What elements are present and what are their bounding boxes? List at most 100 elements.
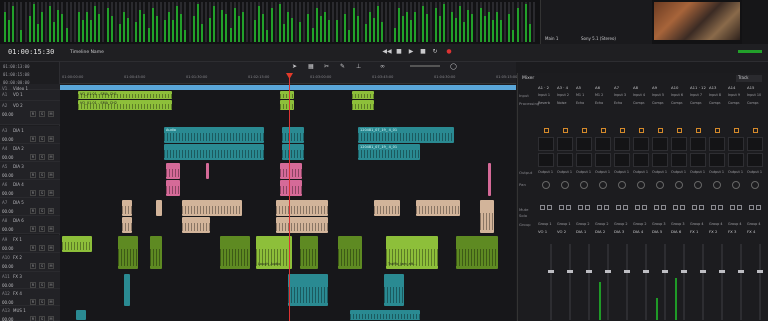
clip-fx1[interactable]: [220, 236, 250, 269]
track-r-button[interactable]: R: [30, 136, 36, 142]
mute-button[interactable]: [749, 205, 754, 210]
master-volume-slider[interactable]: [738, 50, 762, 53]
eq-curve[interactable]: [747, 137, 763, 151]
clip-dia6[interactable]: [276, 217, 328, 233]
clip-fx1[interactable]: [62, 236, 92, 252]
solo-button[interactable]: [718, 205, 723, 210]
track-r-button[interactable]: R: [30, 190, 36, 196]
track-header-a3[interactable]: A3 DIA 1 00.00 R S M: [0, 126, 60, 144]
clip-fx2[interactable]: Traffic_jam_aft...: [386, 236, 438, 269]
track-m-button[interactable]: M: [48, 190, 54, 196]
eq-curve[interactable]: [690, 137, 706, 151]
dynamics-curve[interactable]: [633, 153, 649, 167]
clip-fx1[interactable]: [118, 236, 138, 269]
clip-dia3[interactable]: [206, 163, 209, 179]
monitor-main-label[interactable]: Main 1: [545, 36, 558, 41]
clip-fx2[interactable]: [338, 236, 362, 269]
stop-icon[interactable]: ■: [394, 47, 404, 57]
mixer-output[interactable]: Output 1: [595, 170, 610, 174]
mixer-processing[interactable]: Compr.: [747, 101, 759, 105]
clip-fx2[interactable]: [300, 236, 318, 269]
track-m-button[interactable]: M: [48, 299, 54, 305]
zoom-slider[interactable]: [410, 65, 440, 67]
mute-button[interactable]: [711, 205, 716, 210]
mixer-group[interactable]: Group 2: [614, 222, 628, 226]
track-r-button[interactable]: R: [30, 282, 36, 288]
mute-button[interactable]: [578, 205, 583, 210]
dynamics-curve[interactable]: [652, 153, 668, 167]
pan-knob[interactable]: [637, 181, 645, 189]
track-r-button[interactable]: R: [30, 263, 36, 269]
track-header-a10[interactable]: A10 FX 2 00.00 R S M: [0, 253, 60, 272]
track-r-button[interactable]: R: [30, 316, 36, 321]
track-m-button[interactable]: M: [48, 316, 54, 321]
mute-button[interactable]: [654, 205, 659, 210]
clip-fx3[interactable]: [288, 274, 328, 306]
clip-dia5[interactable]: [156, 200, 162, 216]
mixer-processing[interactable]: Compr.: [709, 101, 721, 105]
mixer-output[interactable]: Output 1: [709, 170, 724, 174]
mixer-group[interactable]: Group 2: [633, 222, 647, 226]
solo-button[interactable]: [604, 205, 609, 210]
clip-fx3[interactable]: [124, 274, 130, 306]
mixer-group[interactable]: Group 1: [538, 222, 552, 226]
pan-knob[interactable]: [580, 181, 588, 189]
eq-curve[interactable]: [671, 137, 687, 151]
track-r-button[interactable]: R: [30, 245, 36, 251]
clip-dia1[interactable]: Audio: [164, 127, 264, 143]
clip-fx1[interactable]: Lough_Audio: [256, 236, 292, 269]
track-s-button[interactable]: S: [39, 316, 45, 321]
fader-track[interactable]: [550, 244, 552, 320]
clip-vo2[interactable]: VO_01.01 - SMA_CH2: [78, 100, 172, 110]
clip-dia5[interactable]: [276, 200, 328, 216]
track-header-a9[interactable]: A9 FX 1 00.00 R S M: [0, 235, 60, 253]
mixer-processing[interactable]: Compr.: [652, 101, 664, 105]
eq-curve[interactable]: [709, 137, 725, 151]
insert-indicator[interactable]: [639, 128, 644, 133]
mixer-output[interactable]: Output 1: [671, 170, 686, 174]
fader-track[interactable]: [607, 244, 609, 320]
track-header-a12[interactable]: A12 FX 4 00.00 R S M: [0, 289, 60, 306]
clip-dia1[interactable]: 120481_07_19_ 4_01: [358, 127, 454, 143]
mixer-input[interactable]: Input 8: [709, 93, 721, 97]
play-icon[interactable]: ▶: [406, 47, 416, 57]
solo-button[interactable]: [623, 205, 628, 210]
mixer-group[interactable]: Group 3: [671, 222, 685, 226]
dynamics-curve[interactable]: [538, 153, 554, 167]
mixer-output[interactable]: Output 1: [576, 170, 591, 174]
mixer-output[interactable]: Output 1: [747, 170, 762, 174]
fader-knob[interactable]: [605, 270, 611, 273]
fader-knob[interactable]: [738, 270, 744, 273]
track-r-button[interactable]: R: [30, 172, 36, 178]
dynamics-curve[interactable]: [576, 153, 592, 167]
loop-icon[interactable]: ↻: [430, 47, 440, 57]
solo-button[interactable]: [756, 205, 761, 210]
monitor-format-label[interactable]: Sony 5.1 (Stereo): [581, 36, 616, 41]
insert-indicator[interactable]: [734, 128, 739, 133]
mixer-output[interactable]: Output 1: [614, 170, 629, 174]
insert-indicator[interactable]: [658, 128, 663, 133]
playhead-line[interactable]: [289, 74, 290, 321]
solo-button[interactable]: [737, 205, 742, 210]
clip-dia6[interactable]: [182, 217, 210, 233]
track-m-button[interactable]: M: [48, 282, 54, 288]
clip-vo1[interactable]: [352, 91, 374, 99]
mute-button[interactable]: [730, 205, 735, 210]
track-r-button[interactable]: R: [30, 299, 36, 305]
mixer-input[interactable]: Input 6: [671, 93, 683, 97]
track-s-button[interactable]: S: [39, 111, 45, 117]
mixer-processing[interactable]: Noise: [557, 101, 566, 105]
pan-knob[interactable]: [675, 181, 683, 189]
fader-knob[interactable]: [757, 270, 763, 273]
pan-knob[interactable]: [694, 181, 702, 189]
solo-button[interactable]: [680, 205, 685, 210]
eq-curve[interactable]: [595, 137, 611, 151]
mixer-processing[interactable]: Compr.: [690, 101, 702, 105]
eq-curve[interactable]: [652, 137, 668, 151]
mixer-processing[interactable]: Reverb: [538, 101, 550, 105]
clip-dia5[interactable]: [416, 200, 460, 216]
mixer-group[interactable]: Group 4: [709, 222, 723, 226]
clip-dia6[interactable]: [480, 200, 494, 233]
mixer-input[interactable]: Input 1: [538, 93, 550, 97]
pan-knob[interactable]: [561, 181, 569, 189]
